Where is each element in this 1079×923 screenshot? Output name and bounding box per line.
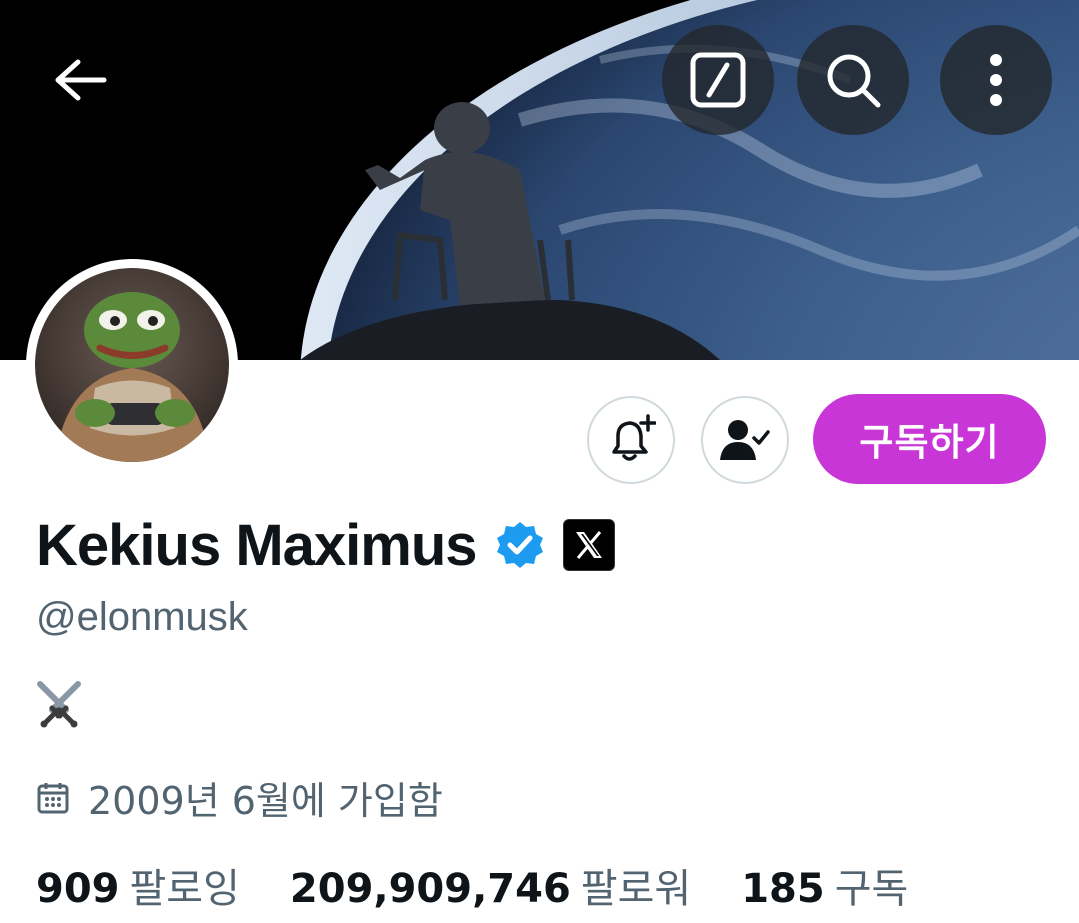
stat-label: 팔로잉	[129, 866, 240, 912]
bell-plus-icon	[612, 414, 656, 461]
profile-handle: @elonmusk	[36, 595, 248, 639]
joined-date: 2009년 6월에 가입함	[36, 770, 443, 825]
avatar-image	[35, 268, 229, 462]
stat-label: 구독	[834, 866, 909, 912]
crossed-swords-icon	[37, 681, 81, 728]
search-button[interactable]	[797, 25, 909, 135]
stat-label: 팔로워	[580, 866, 692, 912]
display-name: Kekius Maximus	[36, 512, 478, 578]
subscriptions-count[interactable]: 185 구독	[741, 856, 908, 914]
more-vertical-icon	[990, 54, 1002, 106]
followers-count[interactable]: 209,909,746 팔로워	[290, 856, 691, 914]
following-count[interactable]: 909 팔로잉	[36, 856, 240, 914]
back-button[interactable]	[35, 35, 125, 125]
subscribe-button[interactable]: 구독하기	[813, 394, 1046, 484]
joined-text: 2009년 6월에 가입함	[88, 779, 443, 823]
x-affiliation-icon[interactable]	[562, 519, 615, 571]
stat-number: 185	[741, 866, 825, 912]
stat-number: 209,909,746	[289, 866, 571, 912]
person-check-icon	[720, 420, 770, 460]
calendar-icon	[37, 782, 69, 813]
search-icon	[827, 54, 881, 108]
verified-badge-icon	[496, 522, 543, 568]
following-button[interactable]	[701, 396, 789, 484]
stat-number: 909	[36, 866, 120, 912]
arrow-left-icon	[55, 59, 107, 101]
edit-square-icon	[690, 52, 746, 108]
profile-stats: 909 팔로잉 209,909,746 팔로워 185 구독	[36, 856, 958, 914]
profile-avatar[interactable]	[26, 259, 238, 471]
more-button[interactable]	[940, 25, 1052, 135]
notify-button[interactable]	[587, 396, 675, 484]
profile-name-row: Kekius Maximus	[36, 510, 615, 580]
x-logo-icon	[575, 531, 602, 559]
edit-button[interactable]	[662, 25, 774, 135]
